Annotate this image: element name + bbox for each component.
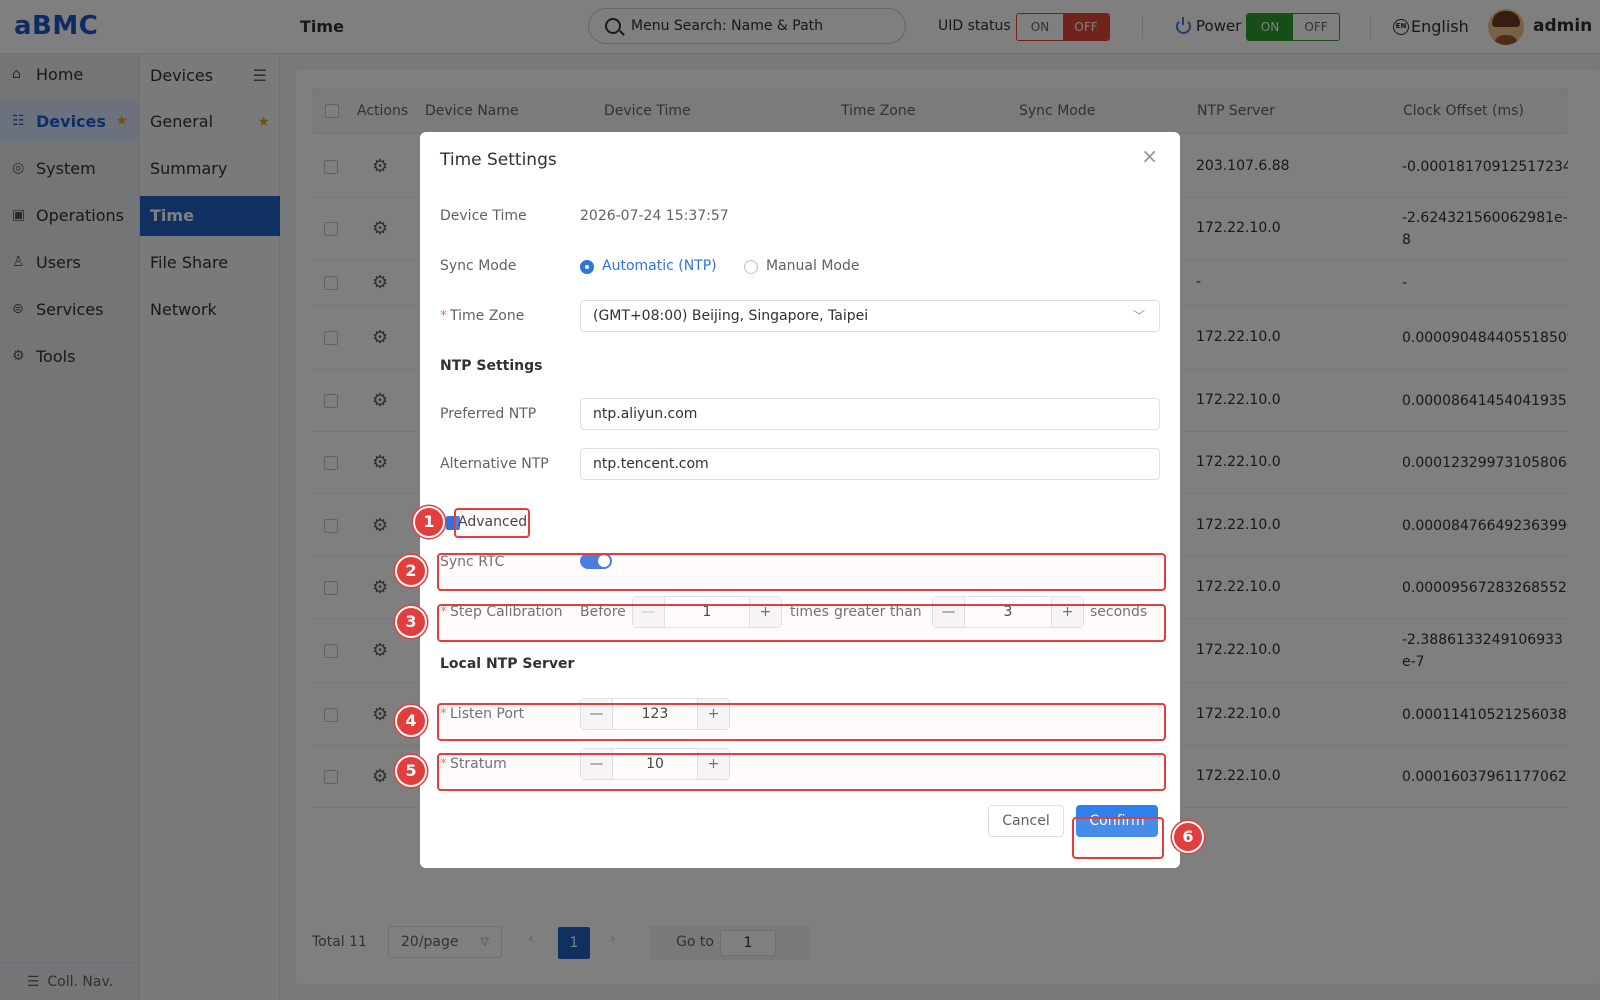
- device-time-value: 2026-07-24 15:37:57: [580, 208, 729, 224]
- time-zone-select[interactable]: (GMT+08:00) Beijing, Singapore, Taipei ﹀: [580, 300, 1160, 332]
- time-zone-label-text: Time Zone: [450, 308, 525, 324]
- alternative-ntp-label: Alternative NTP: [440, 456, 549, 472]
- chevron-down-icon: ﹀: [1132, 309, 1145, 323]
- annotation-highlight: [437, 604, 1166, 642]
- annotation-badge: 2: [395, 555, 427, 587]
- annotation-badge: 3: [395, 606, 427, 638]
- cancel-button[interactable]: Cancel: [988, 805, 1064, 837]
- annotation-badge: 4: [395, 705, 427, 737]
- annotation-highlight: [437, 553, 1166, 591]
- close-icon[interactable]: ×: [1141, 144, 1158, 168]
- sync-mode-label: Sync Mode: [440, 258, 517, 274]
- annotation-badge: 1: [413, 506, 445, 538]
- dialog-title: Time Settings: [440, 150, 557, 170]
- time-zone-value: (GMT+08:00) Beijing, Singapore, Taipei: [593, 308, 869, 324]
- annotation-highlight: [437, 703, 1166, 741]
- ntp-settings-heading: NTP Settings: [440, 358, 543, 374]
- annotation-badge: 5: [395, 755, 427, 787]
- sync-manual-radio[interactable]: [744, 260, 758, 274]
- local-ntp-heading: Local NTP Server: [440, 656, 575, 672]
- preferred-ntp-label: Preferred NTP: [440, 406, 537, 422]
- alternative-ntp-input[interactable]: ntp.tencent.com: [580, 448, 1160, 480]
- annotation-badge: 6: [1172, 821, 1204, 853]
- device-time-label: Device Time: [440, 208, 527, 224]
- annotation-highlight: [437, 753, 1166, 791]
- annotation-highlight: [1072, 817, 1164, 859]
- sync-auto-label[interactable]: Automatic (NTP): [602, 258, 717, 274]
- sync-manual-label[interactable]: Manual Mode: [766, 258, 859, 274]
- preferred-ntp-input[interactable]: ntp.aliyun.com: [580, 398, 1160, 430]
- time-zone-label: * Time Zone: [440, 308, 525, 324]
- annotation-highlight: [454, 508, 530, 538]
- sync-auto-radio[interactable]: [580, 260, 594, 274]
